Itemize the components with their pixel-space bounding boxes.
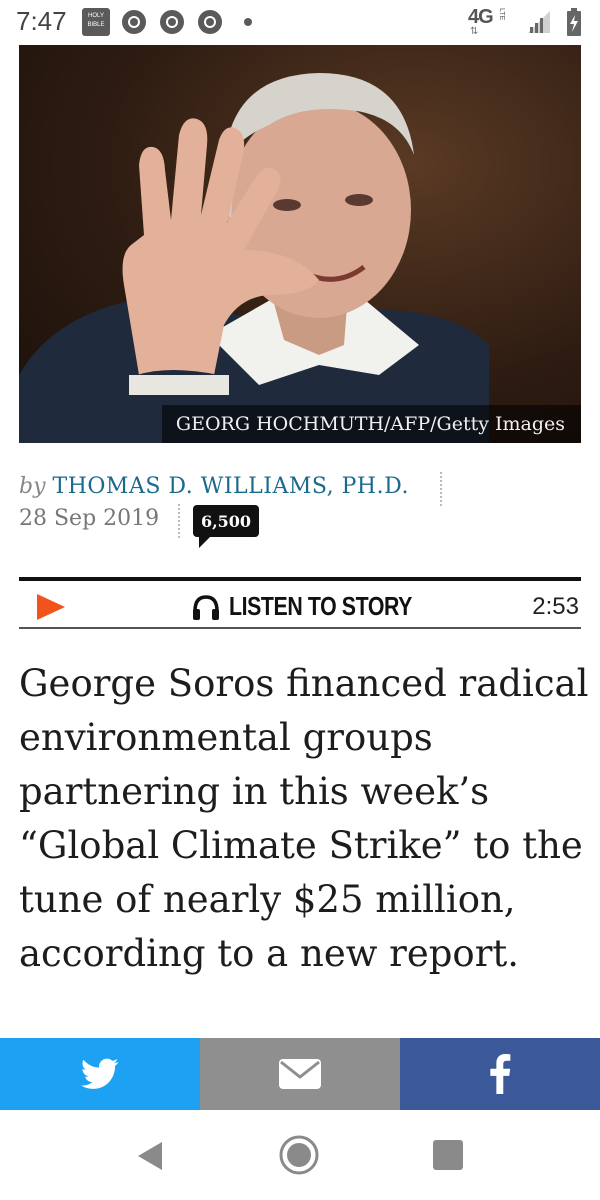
comment-count-badge[interactable]: 6,500	[193, 505, 259, 537]
listen-label: LISTEN TO STORY	[229, 591, 413, 621]
share-twitter-button[interactable]	[0, 1038, 200, 1110]
home-icon[interactable]	[278, 1134, 320, 1176]
more-notifications-dot-icon	[244, 18, 252, 26]
status-time: 7:47	[16, 6, 67, 36]
twitter-bird-icon	[81, 1058, 119, 1089]
play-button[interactable]	[37, 594, 65, 620]
recent-apps-icon[interactable]	[433, 1140, 463, 1170]
system-nav-bar	[0, 1110, 600, 1200]
envelope-icon	[279, 1059, 321, 1089]
bible-icon-text: HOLY BIBLE	[87, 13, 105, 28]
listen-to-story-button[interactable]: LISTEN TO STORY	[191, 591, 452, 622]
back-icon[interactable]	[136, 1140, 164, 1172]
audio-player-bar: LISTEN TO STORY 2:53	[19, 577, 581, 629]
share-email-button[interactable]	[200, 1038, 400, 1110]
audio-duration: 2:53	[532, 593, 579, 620]
byline-divider	[440, 472, 442, 506]
photo-credit: GEORG HOCHMUTH/AFP/Getty Images	[161, 405, 581, 443]
comment-bubble-tail	[199, 536, 211, 548]
facebook-f-icon	[490, 1054, 511, 1094]
notification-icons: HOLY BIBLE	[82, 8, 252, 36]
battery-charging-icon	[567, 8, 581, 36]
hero-photo: GEORG HOCHMUTH/AFP/Getty Images	[19, 45, 581, 443]
byline: by THOMAS D. WILLIAMS, PH.D.	[19, 474, 409, 499]
data-arrows-icon: ⇅	[470, 26, 479, 37]
network-subtype: LTE	[498, 8, 505, 21]
article-lead-paragraph: George Soros financed radical environmen…	[19, 662, 589, 975]
portrait-illustration	[19, 73, 489, 443]
date-divider	[178, 504, 180, 538]
network-indicator: 4G LTE ⇅	[468, 6, 512, 38]
publish-date: 28 Sep 2019	[19, 506, 160, 531]
status-indicators: 4G LTE ⇅	[468, 6, 582, 38]
chrome-icon	[122, 10, 146, 34]
byline-prefix: by	[19, 474, 46, 499]
share-bar	[0, 1038, 600, 1110]
chrome-icon	[160, 10, 184, 34]
author-link[interactable]: THOMAS D. WILLIAMS, PH.D.	[53, 474, 409, 499]
headphones-icon	[193, 594, 219, 620]
bible-app-icon: HOLY BIBLE	[82, 8, 110, 36]
signal-icon	[528, 11, 550, 33]
status-bar: 7:47 HOLY BIBLE 4G LTE ⇅	[0, 0, 600, 46]
share-facebook-button[interactable]	[400, 1038, 600, 1110]
chrome-icon	[198, 10, 222, 34]
